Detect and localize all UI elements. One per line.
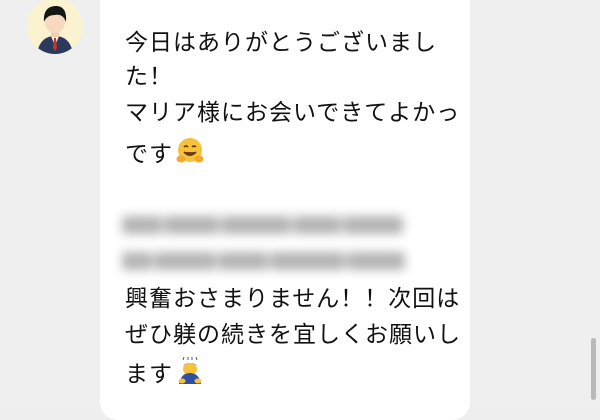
hugging-face-icon: [175, 136, 205, 174]
avatar-person-icon: [27, 0, 83, 54]
message-line-6: ぜひ躾の続きを宜しくお願いし: [125, 322, 461, 348]
blurred-text-line-1: [122, 212, 442, 238]
person-bowing-icon: [175, 356, 205, 394]
message-line-7-wrap: ます: [125, 356, 205, 394]
message-line-4-wrap: です: [125, 136, 205, 174]
message-line-7: ます: [125, 361, 173, 388]
message-line-5: 興奮おさまりません！！次回は: [125, 286, 461, 312]
blurred-text-line-2: [122, 248, 442, 274]
message-line-1: 今日はありがとうございまし: [125, 30, 437, 56]
sender-avatar[interactable]: [27, 0, 83, 54]
chat-area: 今日はありがとうございまし た！ マリア様にお会いできてよかっ です 興奮おさま…: [0, 0, 600, 420]
message-line-3: マリア様にお会いできてよかっ: [125, 100, 461, 126]
message-line-2: た！: [125, 64, 173, 90]
message-line-4: です: [125, 141, 173, 168]
scrollbar[interactable]: [591, 338, 596, 400]
